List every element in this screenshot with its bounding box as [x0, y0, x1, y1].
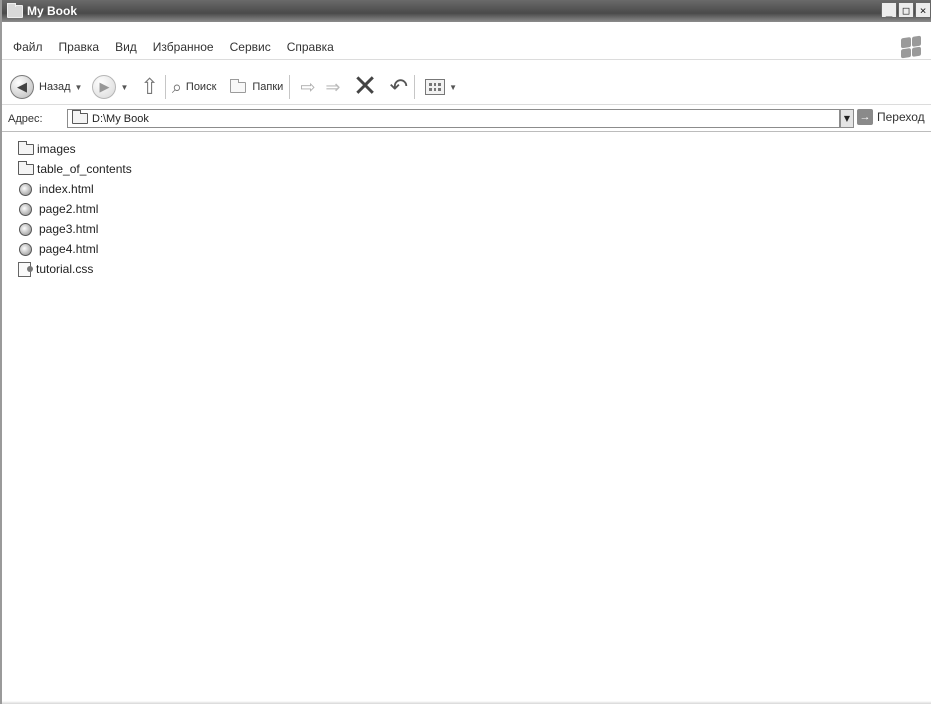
chevron-down-icon: ▼ — [120, 82, 129, 92]
search-label: Поиск — [185, 81, 217, 93]
html-file-icon — [18, 242, 36, 256]
back-button[interactable]: ◀ Назад ▼ — [10, 75, 86, 99]
file-name: tutorial.css — [36, 262, 94, 276]
undo-button[interactable]: ↶ — [390, 74, 408, 100]
windows-logo-icon — [901, 35, 921, 59]
title-bar[interactable]: My Book _ □ × — [2, 0, 931, 22]
file-name: page2.html — [39, 202, 99, 216]
go-label: Переход — [877, 110, 925, 124]
list-item[interactable]: tutorial.css — [18, 259, 132, 279]
file-name: page3.html — [39, 222, 99, 236]
folders-button[interactable]: Папки — [230, 78, 284, 93]
chevron-down-icon: ▼ — [449, 82, 458, 92]
html-file-icon — [18, 202, 36, 216]
file-name: index.html — [39, 182, 94, 196]
views-button[interactable]: ▼ — [425, 79, 461, 95]
chevron-down-icon: ▼ — [74, 82, 83, 92]
forward-arrow-icon: ▶ — [92, 75, 117, 99]
window-title: My Book — [27, 4, 78, 18]
toolbar-separator — [414, 75, 416, 99]
menu-view[interactable]: Вид — [107, 40, 145, 54]
file-name: table_of_contents — [37, 162, 132, 176]
css-file-icon — [18, 261, 33, 277]
forward-button[interactable]: ▶ ▼ — [92, 75, 132, 99]
go-arrow-icon: → — [857, 109, 873, 125]
move-to-button[interactable]: ⇨ — [300, 77, 315, 98]
folder-icon — [18, 140, 34, 155]
move-to-icon: ⇨ — [300, 76, 316, 97]
list-item[interactable]: page4.html — [18, 239, 132, 259]
file-list: images table_of_contents index.html page… — [18, 139, 132, 279]
delete-icon: ✕ — [352, 70, 378, 103]
explorer-window: My Book _ □ × Файл Правка Вид Избранное … — [0, 0, 931, 704]
search-icon: ⌕ — [171, 76, 182, 97]
menu-help[interactable]: Справка — [279, 40, 342, 54]
menu-edit[interactable]: Правка — [51, 40, 108, 54]
list-item[interactable]: index.html — [18, 179, 132, 199]
undo-icon: ↶ — [389, 74, 409, 99]
address-dropdown-button[interactable]: ▼ — [840, 109, 854, 128]
folder-icon — [18, 160, 34, 175]
list-item[interactable]: table_of_contents — [18, 159, 132, 179]
copy-to-button[interactable]: ⇒ — [325, 77, 340, 98]
search-button[interactable]: ⌕ Поиск — [172, 77, 217, 98]
go-button[interactable]: → Переход — [857, 109, 925, 125]
address-value: D:\My Book — [92, 112, 149, 125]
maximize-button[interactable]: □ — [898, 2, 914, 18]
close-button[interactable]: × — [915, 2, 931, 18]
window-controls: _ □ × — [881, 2, 931, 18]
folder-icon — [7, 2, 23, 18]
list-item[interactable]: page3.html — [18, 219, 132, 239]
copy-to-icon: ⇒ — [325, 76, 341, 97]
folders-label: Папки — [252, 81, 284, 93]
file-name: page4.html — [39, 242, 99, 256]
menu-favorites[interactable]: Избранное — [145, 40, 222, 54]
delete-button[interactable]: ✕ — [353, 72, 378, 102]
back-label: Назад — [39, 81, 71, 93]
back-arrow-icon: ◀ — [10, 75, 34, 99]
address-bar: Адрес: D:\My Book ▼ → Переход — [2, 107, 931, 132]
menu-file[interactable]: Файл — [2, 40, 51, 54]
list-item[interactable]: images — [18, 139, 132, 159]
toolbar-separator — [164, 75, 166, 99]
minimize-button[interactable]: _ — [881, 2, 897, 18]
address-input[interactable]: D:\My Book — [67, 109, 840, 128]
menu-bar: Файл Правка Вид Избранное Сервис Справка — [2, 35, 931, 60]
folders-icon — [230, 78, 247, 93]
address-label: Адрес: — [8, 113, 43, 125]
file-name: images — [37, 142, 76, 156]
views-icon — [425, 79, 446, 95]
menu-tools[interactable]: Сервис — [222, 40, 279, 54]
html-file-icon — [18, 222, 36, 236]
toolbar-separator — [289, 75, 291, 99]
html-file-icon — [18, 182, 36, 196]
list-item[interactable]: page2.html — [18, 199, 132, 219]
folder-icon — [72, 110, 88, 124]
up-button[interactable]: ⇧ — [140, 74, 158, 100]
up-folder-icon: ⇧ — [140, 74, 159, 99]
toolbar: ◀ Назад ▼ ▶ ▼ ⇧ ⌕ Поиск Папки ⇨ ⇒ ✕ ↶ ▼ — [2, 70, 931, 105]
